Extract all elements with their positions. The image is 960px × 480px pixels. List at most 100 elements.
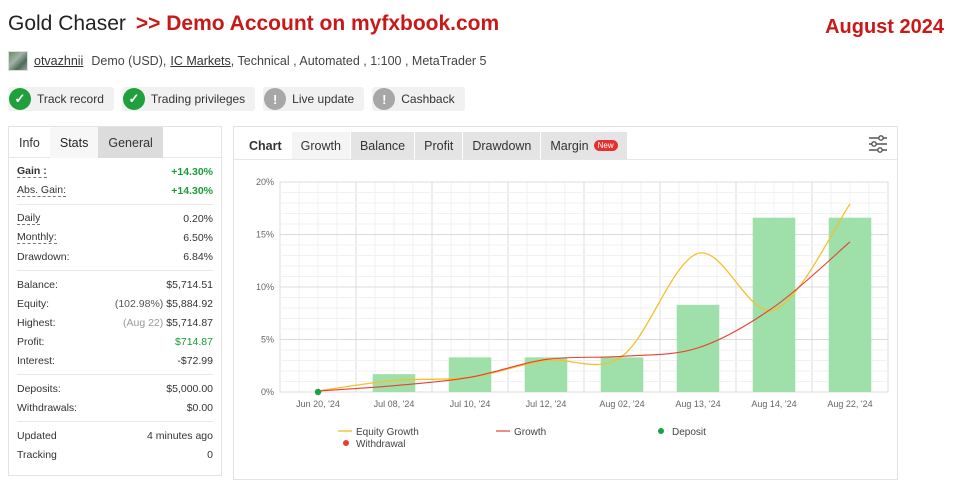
- stat-row-drawdown: Drawdown: 6.84%: [17, 247, 213, 266]
- page-title: Gold Chaser: [8, 12, 126, 35]
- stat-row-tracking: Tracking 0: [17, 445, 213, 464]
- check-icon: ✓: [122, 88, 145, 110]
- chart-tabs: Chart Growth Balance Profit Drawdown Mar…: [234, 127, 897, 160]
- account-details: , Technical , Automated , 1:100 , MetaTr…: [230, 54, 487, 68]
- highest-date: (Aug 22): [123, 316, 164, 329]
- badge-label: Cashback: [401, 92, 455, 106]
- legend-swatch-withdrawal: [343, 440, 349, 446]
- badge-cashback[interactable]: ! Cashback: [372, 87, 465, 111]
- gain-value: +14.30%: [171, 165, 213, 178]
- broker-link[interactable]: IC Markets: [170, 54, 230, 68]
- monthly-value: 6.50%: [183, 231, 213, 244]
- deposits-value: $5,000.00: [166, 382, 213, 395]
- stats-rows: Gain : +14.30% Abs. Gain: +14.30% Daily …: [9, 158, 221, 464]
- stat-row-withdrawals: Withdrawals: $0.00: [17, 398, 213, 417]
- tab-stats[interactable]: Stats: [49, 127, 99, 158]
- tab-margin-label: Margin: [550, 138, 589, 153]
- growth-bar: [372, 374, 416, 392]
- divider: [17, 421, 213, 422]
- legend-label: Withdrawal: [356, 439, 405, 450]
- stat-row-deposits: Deposits: $5,000.00: [17, 379, 213, 398]
- tab-profit[interactable]: Profit: [415, 132, 463, 159]
- tab-info[interactable]: Info: [9, 127, 50, 158]
- verification-badges: ✓ Track record ✓ Trading privileges ! Li…: [8, 87, 465, 111]
- highest-amount: $5,714.87: [166, 316, 213, 329]
- withdrawals-label: Withdrawals:: [17, 401, 78, 414]
- badge-label: Track record: [37, 92, 104, 106]
- daily-value: 0.20%: [183, 212, 213, 225]
- stat-row-equity: Equity: (102.98%) $5,884.92: [17, 294, 213, 313]
- y-tick-label: 20%: [256, 177, 274, 187]
- tab-margin[interactable]: Margin New: [541, 132, 627, 159]
- x-tick-label: Aug 22, '24: [827, 399, 872, 409]
- drawdown-value: 6.84%: [183, 250, 213, 263]
- equity-percent: (102.98%): [114, 297, 164, 310]
- y-tick-label: 10%: [256, 282, 274, 292]
- stat-row-monthly: Monthly: 6.50%: [17, 228, 213, 247]
- abs-gain-label[interactable]: Abs. Gain:: [17, 184, 67, 197]
- withdrawals-value: $0.00: [186, 401, 213, 414]
- divider: [17, 270, 213, 271]
- stats-tabs: Info Stats General: [9, 127, 221, 158]
- tab-drawdown[interactable]: Drawdown: [463, 132, 541, 159]
- username-link[interactable]: otvazhnii: [34, 54, 83, 68]
- x-tick-label: Jun 20, '24: [296, 399, 340, 409]
- header: Gold Chaser >> Demo Account on myfxbook.…: [8, 12, 499, 40]
- stat-row-daily: Daily 0.20%: [17, 209, 213, 228]
- profit-label: Profit:: [17, 335, 45, 348]
- avatar[interactable]: [8, 51, 28, 71]
- stat-row-abs-gain: Abs. Gain: +14.30%: [17, 181, 213, 200]
- legend-label: Growth: [514, 427, 546, 438]
- badge-track-record[interactable]: ✓ Track record: [8, 87, 114, 111]
- interest-label: Interest:: [17, 354, 55, 367]
- updated-label: Updated: [17, 429, 57, 442]
- badge-label: Trading privileges: [150, 92, 246, 106]
- stat-row-profit: Profit: $714.87: [17, 332, 213, 351]
- growth-bar: [828, 217, 872, 392]
- stat-row-balance: Balance: $5,714.51: [17, 275, 213, 294]
- x-tick-label: Aug 02, '24: [599, 399, 644, 409]
- x-tick-label: Aug 13, '24: [675, 399, 720, 409]
- divider: [17, 204, 213, 205]
- monthly-label[interactable]: Monthly:: [17, 231, 57, 244]
- new-badge: New: [593, 140, 618, 151]
- x-tick-label: Jul 12, '24: [526, 399, 567, 409]
- updated-value: 4 minutes ago: [147, 429, 213, 442]
- legend-label: Equity Growth: [356, 427, 419, 438]
- tab-balance[interactable]: Balance: [350, 132, 415, 159]
- interest-value: -$72.99: [177, 354, 213, 367]
- balance-value: $5,714.51: [166, 278, 213, 291]
- equity-amount: $5,884.92: [166, 297, 213, 310]
- badge-trading-privileges[interactable]: ✓ Trading privileges: [121, 87, 256, 111]
- exclamation-icon: !: [373, 88, 396, 110]
- equity-label: Equity:: [17, 297, 50, 310]
- highest-label: Highest:: [17, 316, 56, 329]
- badge-live-update[interactable]: ! Live update: [263, 87, 365, 111]
- demo-caption: >> Demo Account on myfxbook.com: [135, 12, 500, 35]
- stat-row-highest: Highest: (Aug 22) $5,714.87: [17, 313, 213, 332]
- tab-general[interactable]: General: [98, 127, 163, 158]
- drawdown-label: Drawdown:: [17, 250, 70, 263]
- x-tick-label: Jul 10, '24: [450, 399, 491, 409]
- filter-settings-icon[interactable]: [867, 133, 889, 155]
- deposits-label: Deposits:: [17, 382, 61, 395]
- legend-label: Deposit: [672, 427, 706, 438]
- stats-panel: Info Stats General Gain : +14.30% Abs. G…: [8, 126, 222, 476]
- gain-label[interactable]: Gain :: [17, 165, 47, 178]
- stat-row-updated: Updated 4 minutes ago: [17, 426, 213, 445]
- tab-chart[interactable]: Chart: [240, 132, 291, 159]
- tab-growth[interactable]: Growth: [291, 132, 350, 159]
- chart-panel: Chart Growth Balance Profit Drawdown Mar…: [233, 126, 898, 480]
- account-type: Demo (USD),: [91, 54, 167, 68]
- exclamation-icon: !: [264, 88, 287, 110]
- daily-label[interactable]: Daily: [17, 212, 41, 225]
- deposit-marker: [314, 388, 322, 396]
- y-tick-label: 5%: [261, 335, 274, 345]
- legend-swatch-deposit: [658, 428, 664, 434]
- profit-value: $714.87: [175, 335, 213, 348]
- abs-gain-value: +14.30%: [171, 184, 213, 197]
- tracking-label: Tracking: [17, 448, 57, 461]
- badge-label: Live update: [292, 92, 355, 106]
- account-meta: otvazhnii Demo (USD), IC Markets , Techn…: [8, 51, 487, 71]
- x-tick-label: Jul 08, '24: [374, 399, 415, 409]
